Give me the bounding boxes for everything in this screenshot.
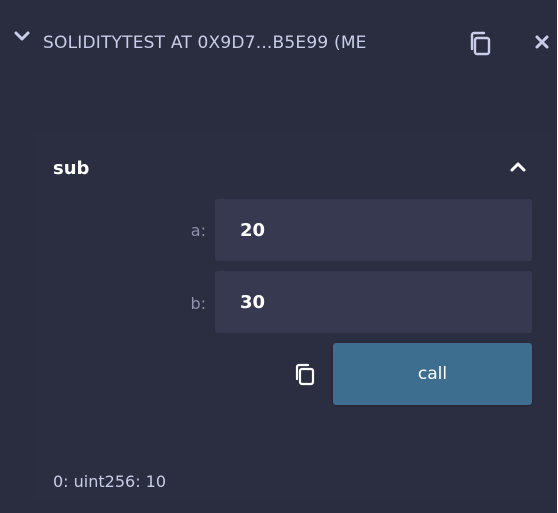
copy-icon[interactable] — [466, 29, 496, 59]
call-button[interactable]: call — [333, 343, 532, 405]
call-result: 0: uint256: 10 — [53, 472, 167, 491]
param-value-b: 30 — [240, 291, 266, 313]
close-icon[interactable] — [533, 33, 551, 51]
param-input-a[interactable]: 20 — [215, 199, 532, 261]
param-input-b[interactable]: 30 — [215, 271, 532, 333]
param-label-a: a: — [190, 221, 206, 240]
chevron-down-icon[interactable] — [13, 29, 31, 43]
chevron-up-icon[interactable] — [509, 160, 527, 174]
param-value-a: 20 — [240, 219, 266, 241]
copy-calldata-icon[interactable] — [291, 361, 319, 389]
param-label-b: b: — [190, 294, 206, 313]
contract-instance-panel: SOLIDITYTEST AT 0X9D7...B5E99 (ME sub a:… — [0, 0, 558, 513]
instance-title[interactable]: SOLIDITYTEST AT 0X9D7...B5E99 (ME — [43, 33, 449, 53]
function-name: sub — [53, 158, 90, 179]
call-button-label: call — [417, 364, 448, 384]
